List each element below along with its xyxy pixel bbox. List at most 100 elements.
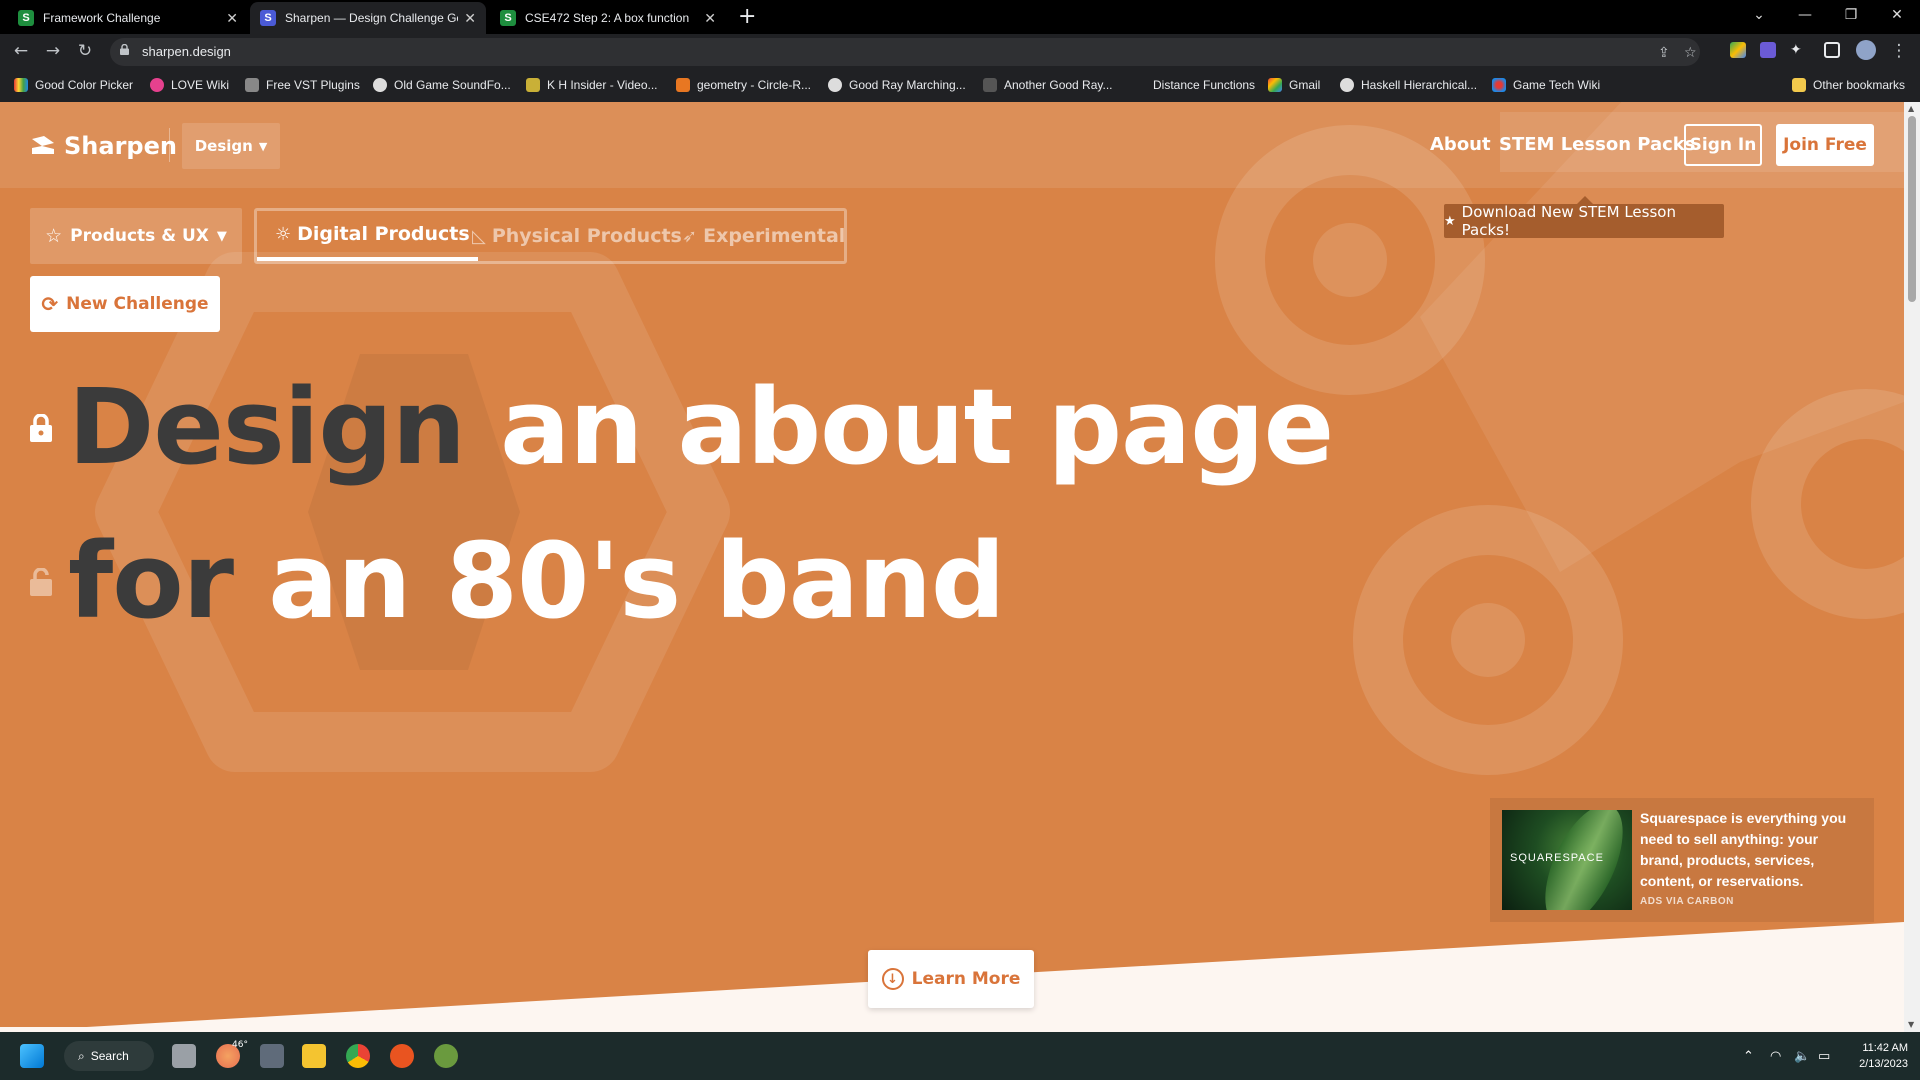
- search-label: Search: [90, 1049, 129, 1063]
- plus-icon[interactable]: +: [738, 4, 756, 30]
- star-icon[interactable]: ☆: [1684, 45, 1697, 61]
- page-scrollbar[interactable]: ▲ ▼: [1904, 102, 1920, 1032]
- sidebar-icon[interactable]: [1824, 42, 1840, 58]
- close-icon[interactable]: ✕: [226, 10, 238, 27]
- category-dropdown[interactable]: ☆ Products & UX ▼: [30, 208, 242, 264]
- close-icon[interactable]: ✕: [704, 10, 716, 27]
- restore-icon[interactable]: ❐: [1828, 0, 1874, 30]
- new-challenge-button[interactable]: ⟳ New Challenge: [30, 276, 220, 332]
- divider: [169, 128, 170, 162]
- bookmark-item[interactable]: K H Insider - Video...: [526, 78, 658, 92]
- windows-start-icon[interactable]: [20, 1044, 44, 1068]
- taskbar-search[interactable]: ⌕ Search: [64, 1041, 154, 1071]
- chrome-icon[interactable]: [346, 1044, 370, 1068]
- reload-icon[interactable]: ↻: [74, 41, 96, 61]
- bookmark-item[interactable]: Good Ray Marching...: [828, 78, 966, 92]
- scroll-down-icon[interactable]: ▼: [1908, 1020, 1914, 1029]
- bookmark-item[interactable]: Good Color Picker: [14, 78, 133, 92]
- other-bookmarks[interactable]: Other bookmarks: [1792, 78, 1905, 92]
- bookmark-label: K H Insider - Video...: [547, 78, 658, 92]
- caret-down-icon: ▼: [216, 228, 227, 244]
- avatar[interactable]: [1856, 40, 1876, 60]
- tab-digital-products[interactable]: ☼ Digital Products: [257, 211, 478, 261]
- bookmark-item[interactable]: Haskell Hierarchical...: [1340, 78, 1477, 92]
- scroll-up-icon[interactable]: ▲: [1908, 104, 1914, 113]
- bookmark-label: Haskell Hierarchical...: [1361, 78, 1478, 92]
- about-link[interactable]: About: [1430, 134, 1491, 155]
- khinsider-icon: [526, 78, 540, 92]
- ad-image: SQUARESPACE: [1502, 810, 1632, 910]
- close-window-icon[interactable]: ✕: [1874, 0, 1920, 30]
- scrollbar-thumb[interactable]: [1908, 116, 1916, 302]
- stackexchange-icon: [676, 78, 690, 92]
- page-icon: [983, 78, 997, 92]
- carbon-ad[interactable]: SQUARESPACE Squarespace is everything yo…: [1490, 798, 1874, 922]
- sign-in-button[interactable]: Sign In: [1684, 124, 1762, 166]
- ubuntu-icon[interactable]: [390, 1044, 414, 1068]
- file-explorer-icon[interactable]: [302, 1044, 326, 1068]
- drive-extension-icon[interactable]: [1730, 42, 1746, 58]
- wifi-icon[interactable]: ◠: [1770, 1049, 1781, 1064]
- stem-download-tooltip[interactable]: ★ Download New STEM Lesson Packs!: [1444, 196, 1724, 239]
- challenge-line-2: for an 80's band: [68, 520, 1005, 642]
- design-dropdown[interactable]: Design ▼: [182, 123, 280, 169]
- url-text: sharpen.design: [142, 44, 231, 59]
- address-bar[interactable]: sharpen.design ⇪ ☆: [110, 38, 1700, 66]
- menu-icon[interactable]: ⋮: [1888, 41, 1910, 61]
- challenge-line-1: Design an about page: [68, 366, 1334, 488]
- chevron-up-icon[interactable]: ⌃: [1743, 1049, 1754, 1064]
- site-logo[interactable]: Sharpen: [30, 132, 177, 160]
- forward-icon[interactable]: →: [42, 41, 64, 61]
- clock-time: 11:42 AM: [1862, 1042, 1908, 1054]
- share-icon[interactable]: ⇪: [1658, 45, 1670, 61]
- challenge-type-tabs: ☼ Digital Products ◺ Physical Products ➶…: [254, 208, 847, 264]
- bookmarks-bar: Good Color Picker LOVE Wiki Free VST Plu…: [0, 70, 1920, 102]
- join-free-button[interactable]: Join Free: [1776, 124, 1874, 166]
- extension-icon[interactable]: [1760, 42, 1776, 58]
- battery-icon[interactable]: ▭: [1818, 1049, 1830, 1064]
- close-icon[interactable]: ✕: [464, 10, 476, 27]
- bookmark-label: Good Color Picker: [35, 78, 134, 92]
- weather-temp: 46°: [232, 1040, 248, 1050]
- windows-taskbar: ⌕ Search 46° ⌃ ◠ 🔈 ▭ 11:42 AM 2/13/2023: [0, 1032, 1920, 1080]
- minimize-icon[interactable]: —: [1782, 0, 1828, 30]
- globe-icon: [373, 78, 387, 92]
- calculator-icon[interactable]: [260, 1044, 284, 1068]
- bookmark-label: Other bookmarks: [1813, 78, 1906, 92]
- browser-tab[interactable]: S Framework Challenge ✕: [8, 2, 248, 34]
- bookmark-item[interactable]: Another Good Ray...: [983, 78, 1113, 92]
- back-icon[interactable]: ←: [10, 41, 32, 61]
- bookmark-label: geometry - Circle-R...: [697, 78, 812, 92]
- vst-icon: [245, 78, 259, 92]
- chevron-down-icon[interactable]: ⌄: [1736, 0, 1782, 30]
- bookmark-item[interactable]: Distance Functions: [1153, 78, 1255, 92]
- learn-more-button[interactable]: ↓ Learn More: [868, 950, 1034, 1008]
- tab-experimental[interactable]: ➶ Experimental: [682, 211, 845, 261]
- task-view-icon[interactable]: [172, 1044, 196, 1068]
- app-icon[interactable]: [434, 1044, 458, 1068]
- system-clock[interactable]: 11:42 AM 2/13/2023: [1838, 1040, 1908, 1072]
- bookmark-item[interactable]: geometry - Circle-R...: [676, 78, 811, 92]
- bookmark-item[interactable]: Gmail: [1268, 78, 1320, 92]
- rocket-icon: ➶: [682, 225, 698, 247]
- volume-muted-icon[interactable]: 🔈: [1794, 1049, 1810, 1064]
- bookmark-item[interactable]: LOVE Wiki: [150, 78, 229, 92]
- bookmark-item[interactable]: Old Game SoundFo...: [373, 78, 511, 92]
- stem-lesson-packs-link[interactable]: STEM Lesson Packs: [1499, 134, 1695, 155]
- puzzle-icon[interactable]: ✦: [1790, 42, 1806, 58]
- lock-icon[interactable]: [30, 414, 52, 442]
- bookmark-label: LOVE Wiki: [171, 78, 230, 92]
- tab-title: CSE472 Step 2: A box function: [525, 11, 690, 25]
- browser-tab[interactable]: S CSE472 Step 2: A box function ✕: [490, 2, 726, 34]
- sharpen-logo-icon: [32, 136, 54, 154]
- browser-tab-active[interactable]: S Sharpen — Design Challenge Ge ✕: [250, 2, 486, 34]
- wiki-icon: [1492, 78, 1506, 92]
- tab-label: Digital Products: [297, 223, 470, 245]
- globe-icon: [1340, 78, 1354, 92]
- tab-physical-products[interactable]: ◺ Physical Products: [472, 211, 682, 261]
- unlock-icon[interactable]: [30, 568, 52, 596]
- bookmark-item[interactable]: Free VST Plugins: [245, 78, 360, 92]
- globe-icon: [828, 78, 842, 92]
- bookmark-item[interactable]: Game Tech Wiki: [1492, 78, 1600, 92]
- ad-attribution[interactable]: ADS VIA CARBON: [1640, 896, 1734, 907]
